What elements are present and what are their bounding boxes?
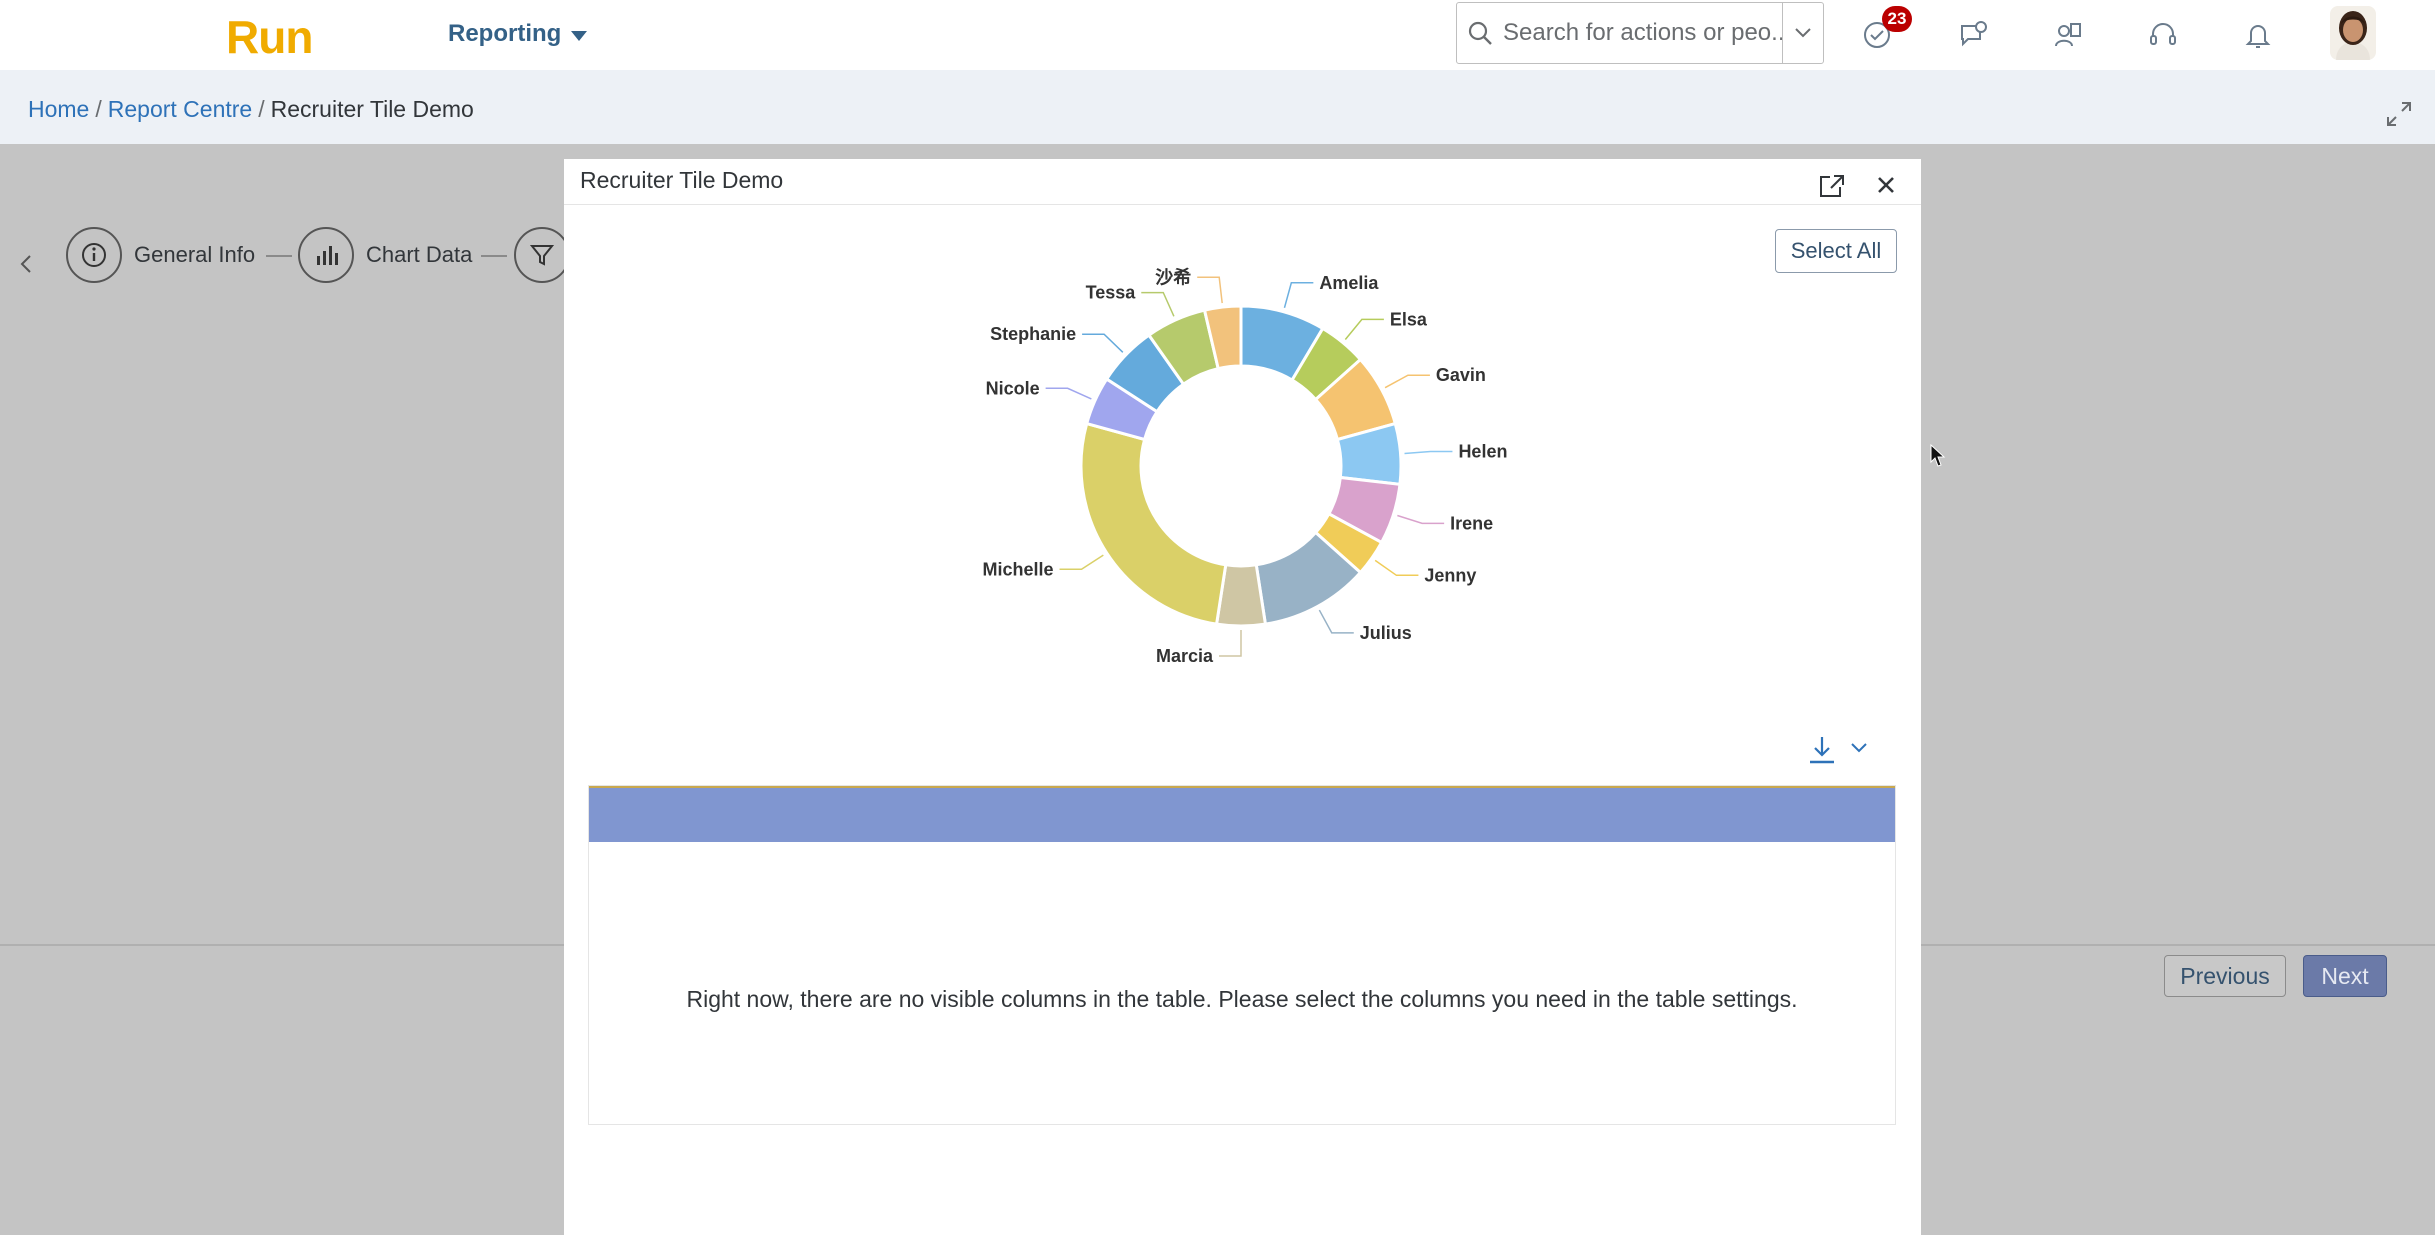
- headset-icon[interactable]: [2148, 20, 2178, 50]
- empty-table-message: Right now, there are no visible columns …: [686, 986, 1798, 1012]
- search-input[interactable]: Search for actions or peo...: [1503, 19, 1782, 47]
- slice-label: Julius: [1360, 623, 1412, 643]
- search-icon: [1468, 21, 1492, 45]
- label-leader-line: [1219, 630, 1242, 657]
- report-table: Right now, there are no visible columns …: [588, 785, 1896, 1125]
- report-dialog: Recruiter Tile Demo Select All Amelia Els…: [564, 159, 1921, 1235]
- reporting-menu-label: Reporting: [448, 20, 562, 47]
- info-icon: [66, 227, 122, 283]
- label-leader-line: [1283, 282, 1314, 309]
- search-box[interactable]: Search for actions or peo...: [1456, 2, 1824, 64]
- chat-icon[interactable]: [1958, 20, 1988, 50]
- breadcrumb-current: Recruiter Tile Demo: [270, 96, 474, 122]
- logo[interactable]: Run: [226, 10, 313, 64]
- wizard-step-filter[interactable]: [514, 227, 570, 283]
- filter-icon: [514, 227, 570, 283]
- breadcrumb-separator: /: [95, 96, 102, 122]
- slice-label: 沙希: [1155, 266, 1191, 287]
- bar-chart-icon: [298, 227, 354, 283]
- wizard-step-chart-data[interactable]: Chart Data: [298, 227, 472, 283]
- reporting-menu[interactable]: Reporting: [448, 20, 588, 48]
- caret-down-icon: [571, 30, 588, 41]
- slice-label: Gavin: [1436, 365, 1486, 385]
- slice-label: Amelia: [1319, 273, 1379, 293]
- open-in-new-window-icon[interactable]: [1818, 173, 1846, 199]
- donut-slice[interactable]: [1079, 421, 1228, 626]
- label-leader-line: [1397, 514, 1445, 525]
- breadcrumb-link-home[interactable]: Home: [28, 96, 89, 122]
- slice-label: Stephanie: [990, 324, 1076, 344]
- table-header: [589, 786, 1895, 842]
- label-leader-line: [1318, 609, 1354, 634]
- wizard-connector: [266, 255, 292, 257]
- label-leader-line: [1344, 318, 1384, 340]
- dialog-header: Recruiter Tile Demo: [564, 159, 1921, 205]
- label-leader-line: [1045, 387, 1092, 400]
- fullscreen-icon[interactable]: [2385, 100, 2413, 128]
- label-leader-line: [1059, 554, 1104, 571]
- mouse-cursor-icon: [1930, 444, 1946, 467]
- slice-label: Irene: [1450, 513, 1493, 533]
- label-leader-line: [1374, 559, 1419, 577]
- breadcrumb-separator: /: [258, 96, 265, 122]
- previous-button[interactable]: Previous: [2164, 955, 2286, 997]
- slice-label: Nicole: [986, 378, 1040, 398]
- dialog-title: Recruiter Tile Demo: [580, 167, 784, 193]
- label-leader-line: [1404, 450, 1453, 455]
- people-icon[interactable]: [2053, 20, 2083, 50]
- wizard-connector: [481, 255, 507, 257]
- close-icon[interactable]: [1876, 175, 1896, 195]
- breadcrumb-link-report-centre[interactable]: Report Centre: [108, 96, 252, 122]
- slice-label: Michelle: [982, 559, 1053, 579]
- wizard-step-label: Chart Data: [366, 242, 473, 267]
- top-bar: Run Reporting Search for actions or peo.…: [0, 0, 2435, 70]
- label-leader-line: [1197, 276, 1223, 304]
- select-all-button[interactable]: Select All: [1775, 229, 1897, 273]
- download-icon[interactable]: [1808, 735, 1836, 765]
- notification-badge: 23: [1882, 6, 1912, 32]
- slice-label: Tessa: [1086, 283, 1137, 303]
- breadcrumb-bar: Home / Report Centre / Recruiter Tile Demo: [0, 70, 2435, 144]
- donut-chart: Amelia Elsa Gavin Helen Irene Jenny Julius Marc…: [982, 266, 1507, 666]
- avatar[interactable]: [2330, 6, 2376, 60]
- next-button[interactable]: Next: [2303, 955, 2387, 997]
- slice-label: Marcia: [1156, 646, 1214, 666]
- wizard-step-label: General Info: [134, 242, 256, 267]
- search-scope-dropdown[interactable]: [1782, 3, 1823, 63]
- slice-label: Elsa: [1390, 309, 1428, 329]
- label-leader-line: [1384, 374, 1430, 389]
- chevron-down-icon: [1795, 28, 1811, 38]
- slice-label: Jenny: [1424, 565, 1476, 585]
- wizard-step-general-info[interactable]: General Info: [66, 227, 255, 283]
- label-leader-line: [1141, 291, 1175, 317]
- chevron-left-icon[interactable]: [16, 250, 36, 278]
- bell-icon[interactable]: [2243, 20, 2273, 50]
- slice-label: Helen: [1458, 441, 1507, 461]
- chevron-down-icon[interactable]: [1850, 741, 1868, 755]
- label-leader-line: [1082, 333, 1124, 353]
- breadcrumb: Home / Report Centre / Recruiter Tile Demo: [28, 96, 474, 123]
